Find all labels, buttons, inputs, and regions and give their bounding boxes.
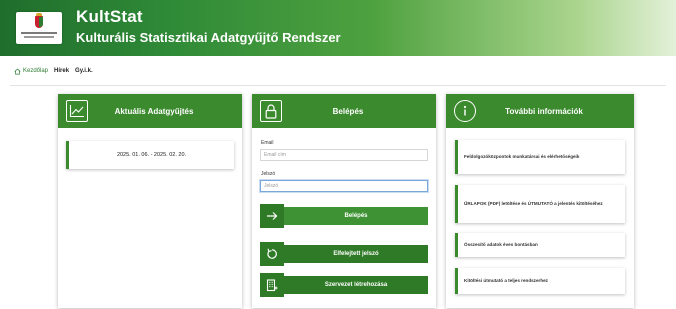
email-placeholder: Email cím bbox=[264, 152, 286, 158]
password-field[interactable]: Jelszó bbox=[260, 180, 428, 192]
nav-news[interactable]: Hírek bbox=[54, 68, 69, 74]
lock-icon bbox=[260, 100, 282, 122]
current-collection-title: Aktuális Adatgyűjtés bbox=[114, 106, 194, 116]
nav-faq-label: Gy.i.k. bbox=[75, 68, 93, 74]
info-link-summary-label: Összesítő adatok éves bontásban bbox=[464, 242, 538, 248]
coat-of-arms-logo[interactable] bbox=[16, 12, 62, 44]
create-organization-button[interactable]: Szervezet létrehozása bbox=[260, 273, 428, 297]
password-label: Jelszó bbox=[261, 171, 276, 177]
nav-home[interactable]: Kezdőlap bbox=[14, 68, 48, 75]
login-title: Belépés bbox=[332, 106, 364, 116]
app-subtitle: Kulturális Statisztikai Adatgyűjtő Rends… bbox=[76, 30, 341, 45]
login-button-label: Belépés bbox=[284, 207, 428, 225]
more-info-panel: További információk Feldolgozóközpontok … bbox=[446, 94, 634, 308]
info-link-summary[interactable]: Összesítő adatok éves bontásban bbox=[455, 233, 625, 257]
more-info-title: További információk bbox=[505, 106, 583, 116]
login-panel: Belépés Email Email cím Jelszó Jelszó Be… bbox=[252, 94, 436, 308]
login-button[interactable]: Belépés bbox=[260, 204, 428, 228]
reset-icon bbox=[260, 242, 284, 266]
email-label: Email bbox=[261, 140, 274, 146]
info-link-contacts-label: Feldolgozóközpontok munkatársai és elérh… bbox=[464, 154, 580, 160]
email-field[interactable]: Email cím bbox=[260, 149, 428, 161]
info-icon bbox=[454, 100, 476, 122]
current-collection-header: Aktuális Adatgyűjtés bbox=[58, 94, 242, 128]
app-header: KultStat Kulturális Statisztikai Adatgyű… bbox=[0, 0, 676, 56]
info-link-guide-label: Kitöltési útmutató a teljes rendszerhez bbox=[464, 278, 548, 284]
arrow-right-icon bbox=[260, 204, 284, 228]
more-info-header: További információk bbox=[446, 94, 634, 128]
password-placeholder: Jelszó bbox=[264, 183, 279, 189]
forgot-password-label: Elfelejtett jelszó bbox=[284, 245, 428, 263]
info-link-forms-label: ŰRLAPOK (PDF) letöltése és ÚTMUTATÓ a je… bbox=[464, 201, 603, 207]
info-link-guide[interactable]: Kitöltési útmutató a teljes rendszerhez bbox=[455, 268, 625, 294]
top-nav: Kezdőlap Hírek Gy.i.k. bbox=[14, 64, 99, 78]
nav-news-label: Hírek bbox=[54, 68, 70, 74]
nav-home-label: Kezdőlap bbox=[23, 68, 49, 74]
nav-faq[interactable]: Gy.i.k. bbox=[75, 68, 93, 74]
forgot-password-button[interactable]: Elfelejtett jelszó bbox=[260, 242, 428, 266]
collection-period: 2025. 01. 06. - 2025. 02. 20. bbox=[116, 152, 187, 158]
info-link-forms[interactable]: ŰRLAPOK (PDF) letöltése és ÚTMUTATÓ a je… bbox=[455, 185, 625, 223]
nav-divider bbox=[10, 85, 666, 86]
create-organization-label: Szervezet létrehozása bbox=[284, 276, 428, 294]
collection-period-card[interactable]: 2025. 01. 06. - 2025. 02. 20. bbox=[66, 141, 234, 169]
info-link-contacts[interactable]: Feldolgozóközpontok munkatársai és elérh… bbox=[455, 140, 625, 174]
current-collection-panel: Aktuális Adatgyűjtés 2025. 01. 06. - 202… bbox=[58, 94, 242, 308]
home-icon bbox=[14, 68, 21, 75]
building-icon bbox=[260, 273, 284, 297]
chart-icon bbox=[66, 100, 88, 122]
login-header: Belépés bbox=[252, 94, 436, 128]
app-name: KultStat bbox=[76, 7, 143, 26]
